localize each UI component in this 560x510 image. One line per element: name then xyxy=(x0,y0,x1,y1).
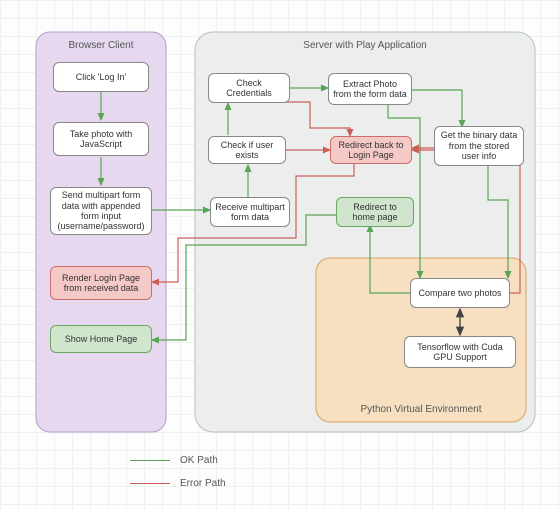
legend-error-label: Error Path xyxy=(180,478,226,489)
node-extract-photo: Extract Photo from the form data xyxy=(328,73,412,105)
node-check-credentials: Check Credentials xyxy=(208,73,290,103)
panel-server-label: Server with Play Application xyxy=(195,40,535,51)
node-compare-photos: Compare two photos xyxy=(410,278,510,308)
node-send-multipart: Send multipart form data with appended f… xyxy=(50,187,152,235)
node-receive-multipart: Receive multipart form data xyxy=(210,197,290,227)
node-show-home: Show Home Page xyxy=(50,325,152,353)
node-render-login: Render LogIn Page from received data xyxy=(50,266,152,300)
node-get-binary: Get the binary data from the stored user… xyxy=(434,126,524,166)
legend-error-line xyxy=(130,483,170,484)
node-take-photo: Take photo with JavaScript xyxy=(53,122,149,156)
node-redirect-login: Redirect back to Login Page xyxy=(330,136,412,164)
legend-ok-label: OK Path xyxy=(180,455,218,466)
node-redirect-home: Redirect to home page xyxy=(336,197,414,227)
node-check-user: Check if user exists xyxy=(208,136,286,164)
node-tensorflow: Tensorflow with Cuda GPU Support xyxy=(404,336,516,368)
legend-ok-line xyxy=(130,460,170,461)
legend-error: Error Path xyxy=(130,478,226,489)
panel-browser-label: Browser Client xyxy=(36,40,166,51)
panel-python-label: Python Virtual Environment xyxy=(316,404,526,415)
legend-ok: OK Path xyxy=(130,455,218,466)
node-click-login: Click 'Log In' xyxy=(53,62,149,92)
